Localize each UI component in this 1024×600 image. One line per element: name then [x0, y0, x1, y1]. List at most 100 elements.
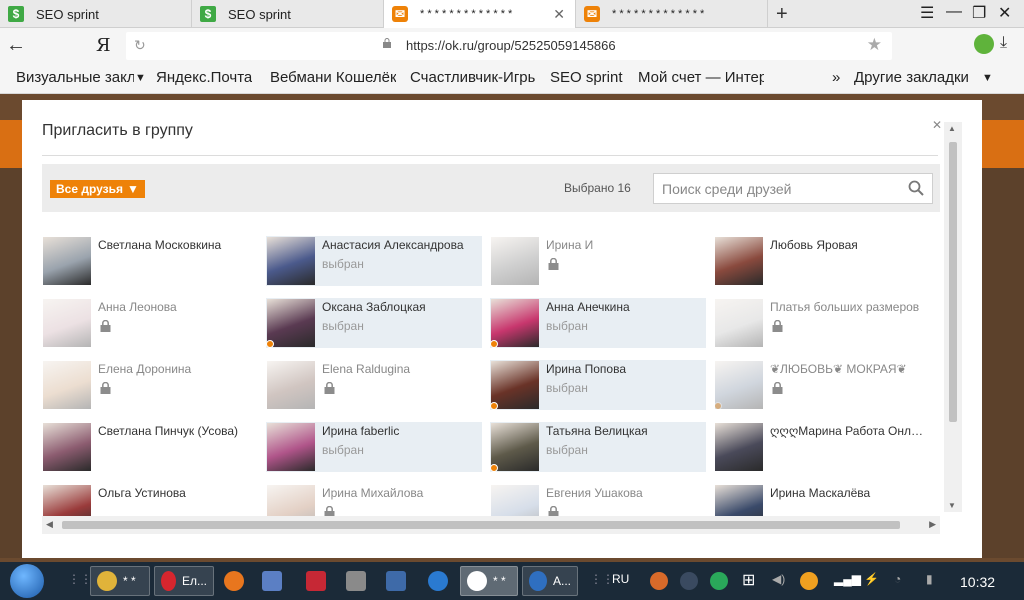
tray-icon[interactable]: [710, 572, 728, 590]
friend-item[interactable]: Светлана Пинчук (Усова): [42, 422, 258, 472]
avatar[interactable]: [715, 299, 763, 347]
dropdown-arrow-icon[interactable]: ▼: [135, 72, 146, 84]
bookmark-item[interactable]: Яндекс.Почта: [156, 69, 252, 86]
friend-item[interactable]: Анна Анечкина выбран: [490, 298, 706, 348]
close-tab-icon[interactable]: ✕: [553, 6, 565, 23]
friend-item[interactable]: Елена Доронина: [42, 360, 258, 410]
start-button[interactable]: [10, 564, 44, 598]
bookmark-star-icon[interactable]: ★: [867, 35, 882, 55]
friends-filter-dropdown[interactable]: Все друзья ▼: [50, 180, 145, 198]
friend-item[interactable]: Светлана Московкина: [42, 236, 258, 286]
friend-item[interactable]: ❦ЛЮБОВЬ❦ МОКРАЯ❦: [714, 360, 930, 410]
tray-icon[interactable]: ⚡: [864, 572, 879, 586]
friend-item[interactable]: ღღღМарина Работа Онлайн: [714, 422, 930, 472]
avatar[interactable]: [715, 237, 763, 285]
avatar[interactable]: [43, 423, 91, 471]
scroll-up-icon[interactable]: ▲: [948, 124, 956, 133]
avatar[interactable]: [43, 299, 91, 347]
url-field[interactable]: ↻ https://ok.ru/group/52525059145866 ★: [126, 32, 892, 60]
extension-icon[interactable]: [974, 34, 994, 54]
friends-search-box[interactable]: [653, 173, 933, 204]
yandex-logo[interactable]: Я: [96, 35, 111, 56]
friend-item[interactable]: Евгения Ушакова: [490, 484, 706, 516]
avatar[interactable]: [715, 485, 763, 516]
vertical-scrollbar[interactable]: ▲ ▼: [944, 122, 962, 512]
app-icon[interactable]: [306, 571, 326, 591]
search-input[interactable]: [654, 174, 894, 203]
more-bookmarks-icon[interactable]: »: [832, 69, 840, 86]
friend-item[interactable]: Анна Леонова: [42, 298, 258, 348]
windows-icon[interactable]: ⊞: [742, 570, 755, 590]
friend-item[interactable]: Ирина faberlic выбран: [266, 422, 482, 472]
avatar[interactable]: [491, 361, 539, 409]
bookmark-item[interactable]: Мой счет — Интернет: [638, 69, 764, 86]
avatar[interactable]: [267, 361, 315, 409]
firefox-icon[interactable]: [224, 571, 244, 591]
language-indicator[interactable]: RU: [612, 572, 629, 586]
scroll-left-icon[interactable]: ◀: [46, 519, 53, 530]
new-tab-button[interactable]: +: [776, 3, 788, 26]
bookmark-item[interactable]: SEO sprint: [550, 69, 623, 86]
tray-icon[interactable]: [650, 572, 668, 590]
bookmark-item[interactable]: Визуальные закладки: [16, 69, 134, 86]
avatar[interactable]: [43, 361, 91, 409]
friend-item[interactable]: Любовь Яровая: [714, 236, 930, 286]
app-icon[interactable]: [262, 571, 282, 591]
tray-icon[interactable]: ◔: [894, 572, 901, 586]
taskbar-app-opera[interactable]: Ел...: [154, 566, 214, 596]
search-icon[interactable]: [908, 180, 924, 196]
friend-item[interactable]: Ольга Устинова: [42, 484, 258, 516]
avatar[interactable]: [715, 361, 763, 409]
minimize-icon[interactable]: —: [946, 3, 962, 21]
scrollbar-thumb[interactable]: [62, 521, 900, 529]
scrollbar-thumb[interactable]: [949, 142, 957, 422]
download-icon[interactable]: ⤓: [1000, 34, 1007, 52]
speaker-icon[interactable]: ◀): [772, 572, 785, 586]
avatar[interactable]: [491, 237, 539, 285]
browser-tab[interactable]: $ SEO sprint: [192, 0, 384, 28]
friend-item[interactable]: Татьяна Велицкая выбран: [490, 422, 706, 472]
back-arrow-icon[interactable]: ←: [6, 34, 26, 57]
taskbar-app-ccleaner[interactable]: А...: [522, 566, 578, 596]
friend-item[interactable]: Оксана Заблоцкая выбран: [266, 298, 482, 348]
reload-icon[interactable]: ↻: [134, 37, 146, 54]
friend-item[interactable]: Ирина И: [490, 236, 706, 286]
browser-tab-active[interactable]: ✉ * * * * * * * * * * * * * ✕: [384, 0, 576, 28]
browser-tab[interactable]: ✉ * * * * * * * * * * * * *: [576, 0, 768, 28]
tray-icon[interactable]: [800, 572, 818, 590]
taskbar-app-chrome[interactable]: * *: [90, 566, 150, 596]
app-icon[interactable]: [386, 571, 406, 591]
avatar[interactable]: [715, 423, 763, 471]
battery-icon[interactable]: ▮: [926, 572, 933, 586]
network-icon[interactable]: ▂▄▆: [834, 572, 861, 586]
avatar[interactable]: [43, 485, 91, 516]
close-icon[interactable]: ✕: [932, 118, 942, 132]
scroll-right-icon[interactable]: ▶: [929, 519, 936, 530]
friend-item[interactable]: Ирина Попова выбран: [490, 360, 706, 410]
avatar[interactable]: [491, 423, 539, 471]
friend-item[interactable]: Ирина Михайлова: [266, 484, 482, 516]
avatar[interactable]: [491, 485, 539, 516]
power-icon[interactable]: [428, 571, 448, 591]
other-bookmarks[interactable]: Другие закладки: [854, 69, 969, 86]
bookmark-item[interactable]: Вебмани Кошелёк: [270, 69, 396, 86]
horizontal-scrollbar[interactable]: ◀ ▶: [42, 516, 940, 534]
avatar[interactable]: [267, 237, 315, 285]
scroll-down-icon[interactable]: ▼: [948, 501, 956, 510]
taskbar-app-yandex[interactable]: * *: [460, 566, 518, 596]
close-window-icon[interactable]: ✕: [998, 3, 1011, 23]
avatar[interactable]: [267, 485, 315, 516]
avatar[interactable]: [43, 237, 91, 285]
avatar[interactable]: [267, 299, 315, 347]
friend-item[interactable]: Анастасия Александрова выбран: [266, 236, 482, 286]
bookmark-item[interactable]: Счастливчик-Игры: [410, 69, 536, 86]
tray-icon[interactable]: [680, 572, 698, 590]
dropdown-arrow-icon[interactable]: ▼: [982, 72, 993, 84]
friend-item[interactable]: Ирина Маскалёва: [714, 484, 930, 516]
browser-tab[interactable]: $ SEO sprint: [0, 0, 192, 28]
app-icon[interactable]: [346, 571, 366, 591]
menu-icon[interactable]: ☰: [920, 3, 934, 23]
friend-item[interactable]: Elena Raldugina: [266, 360, 482, 410]
avatar[interactable]: [491, 299, 539, 347]
friend-item[interactable]: Платья больших размеров: [714, 298, 930, 348]
